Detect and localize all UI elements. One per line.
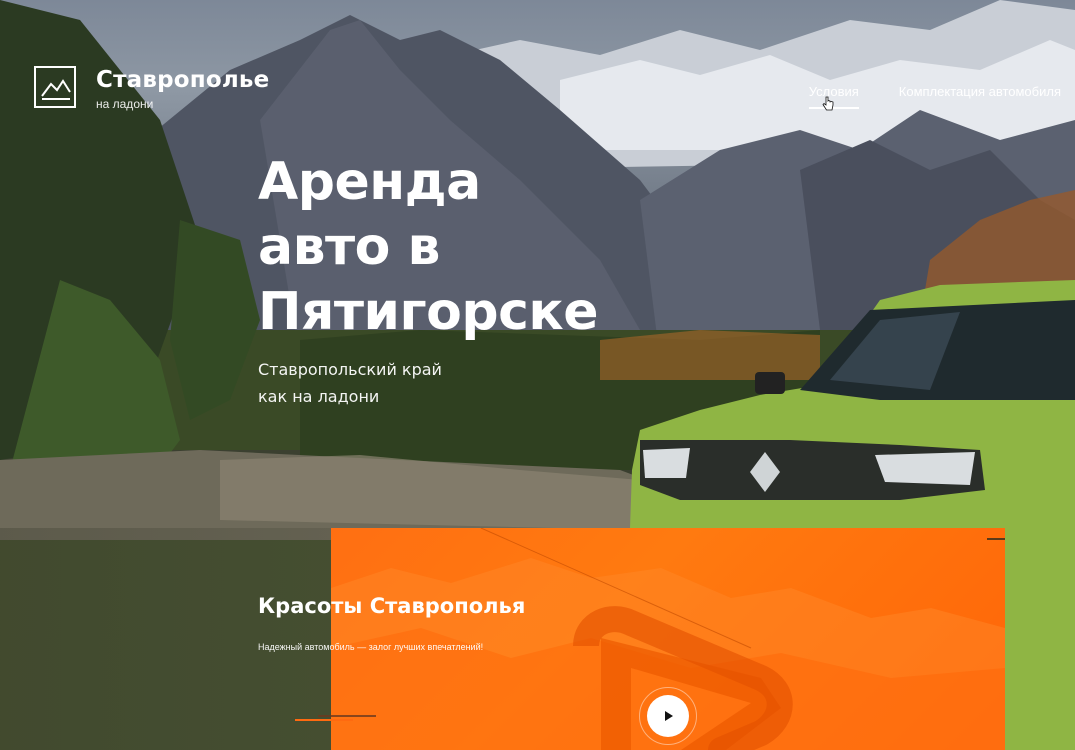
brand-title: Ставрополье xyxy=(96,67,270,93)
hero-title-line: Аренда xyxy=(258,152,481,212)
mountain-icon xyxy=(34,66,76,108)
main-nav: Условия Комплектация автомобиля xyxy=(769,84,1061,109)
promo-left-shade xyxy=(0,528,331,750)
hero-title-line: авто в xyxy=(258,217,440,277)
hero-title: Аренда авто в Пятигорске xyxy=(258,150,678,345)
promo-text: Надежный автомобиль — залог лучших впеча… xyxy=(258,642,484,652)
hero-subtitle-line: как на ладони xyxy=(258,387,380,406)
play-button[interactable] xyxy=(647,695,689,737)
brand-subtitle: на ладони xyxy=(96,97,154,111)
hero-subtitle: Ставропольский край как на ладони xyxy=(258,356,488,410)
brand-logo[interactable]: Ставрополье на ладони xyxy=(34,66,269,112)
hero-subtitle-line: Ставропольский край xyxy=(258,360,442,379)
decorative-line xyxy=(318,715,376,717)
promo-title: Красоты Ставрополья xyxy=(258,594,526,618)
nav-item-equipment[interactable]: Комплектация автомобиля xyxy=(899,84,1061,99)
play-icon xyxy=(665,711,673,721)
decorative-line-accent xyxy=(295,719,353,721)
hand-cursor-icon xyxy=(822,96,834,111)
hero-title-line: Пятигорске xyxy=(258,282,598,342)
